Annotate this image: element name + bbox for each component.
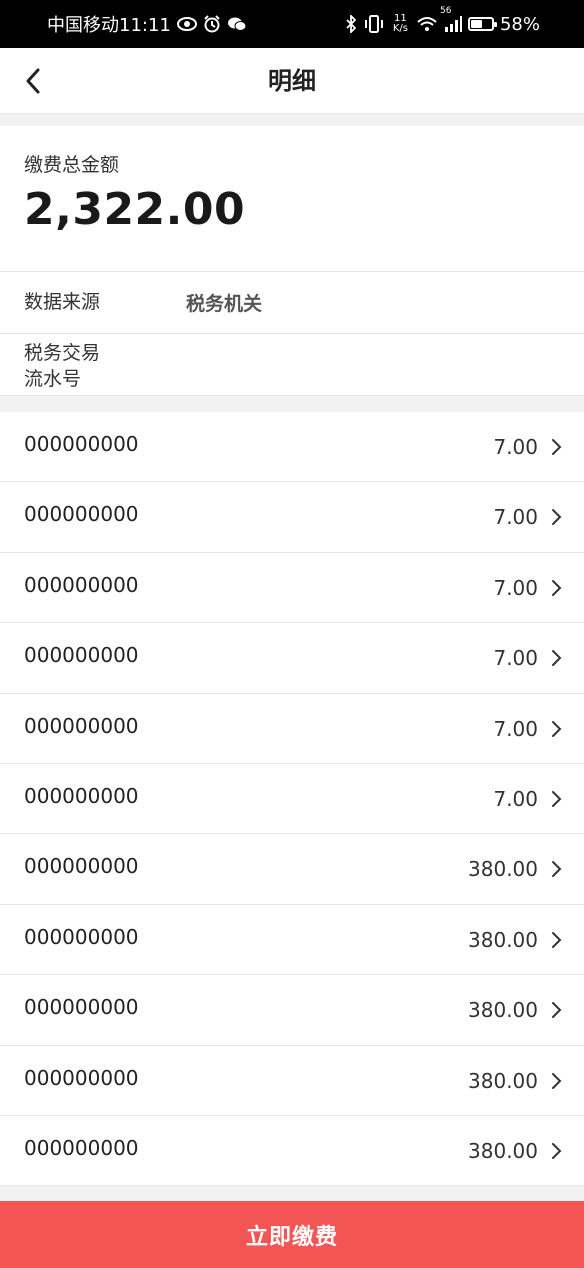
status-left: 中国移动11:11 [47,11,247,37]
wechat-icon [227,16,247,32]
item-amount: 7.00 [493,786,538,811]
speed-unit: K/s [392,23,408,34]
list-item[interactable]: 000000000 380.00 [0,904,584,976]
item-id: 000000000 [24,1065,139,1090]
bluetooth-icon [345,15,357,33]
eye-icon [176,17,197,31]
battery-percent: 58% [499,13,540,35]
item-id: 000000000 [24,432,139,456]
wifi-icon [416,16,438,32]
list-item[interactable]: 000000000 7.00 [0,623,584,694]
total-amount: 2,322.00 [24,184,246,235]
item-amount: 7.00 [493,716,538,741]
carrier-time: 中国移动11:11 [47,15,171,36]
item-amount: 7.00 [493,646,538,671]
list-item[interactable]: 000000000 7.00 [0,412,584,483]
list-item[interactable]: 000000000 7.00 [0,763,584,835]
item-amount: 7.00 [493,575,538,600]
nav-bar: 明细 [0,48,584,114]
chevron-right-icon [552,790,562,807]
serial-number-label: 税务交易 流水号 [24,340,100,392]
item-id: 000000000 [24,713,139,738]
total-label: 缴费总金额 [24,154,120,176]
chevron-right-icon [552,720,562,737]
list-item[interactable]: 000000000 380.00 [0,1115,584,1187]
item-id: 000000000 [24,502,139,527]
item-id: 000000000 [24,995,139,1020]
item-id: 000000000 [24,924,139,949]
battery-icon [467,17,497,31]
item-amount: 380.00 [468,1138,538,1163]
chevron-right-icon [552,650,562,667]
item-amount: 380.00 [468,1068,538,1093]
data-source-row: 数据来源 税务机关 [0,272,584,334]
chevron-right-icon [552,439,562,455]
item-amount: 7.00 [493,505,538,530]
chevron-right-icon [552,579,562,596]
pay-now-button[interactable]: 立即缴费 [0,1201,584,1268]
chevron-right-icon [552,1142,562,1159]
data-source-value: 税务机关 [186,293,263,315]
vibrate-icon [363,15,385,33]
item-id: 000000000 [24,572,139,597]
serial-label-line2: 流水号 [24,368,82,390]
item-id: 000000000 [24,854,139,879]
list-item[interactable]: 000000000 7.00 [0,482,584,553]
list-item[interactable]: 000000000 380.00 [0,834,584,905]
battery-fill [470,20,483,28]
network-speed: 11 K/s [393,14,408,34]
signal-icon: 56 [440,6,462,32]
payment-summary: 缴费总金额 2,322.00 [0,126,584,272]
chevron-right-icon [552,931,562,948]
item-id: 000000000 [24,783,139,808]
item-amount: 7.00 [493,435,538,459]
list-item[interactable]: 000000000 7.00 [0,693,584,764]
page-title: 明细 [268,67,316,95]
serial-number-row: 税务交易 流水号 [0,334,584,396]
chevron-right-icon [552,861,562,878]
status-bar: 中国移动11:11 11 K/s 56 58% [0,0,584,48]
signal-label: 56 [439,6,452,16]
chevron-right-icon [552,509,562,526]
screen: 中国移动11:11 11 K/s 56 58% 明细 缴费总金额 2,322.0… [0,0,584,1268]
list-item[interactable]: 000000000 380.00 [0,975,584,1046]
item-amount: 380.00 [468,857,538,882]
serial-label-line1: 税务交易 [24,342,101,364]
chevron-right-icon [552,1072,562,1089]
item-amount: 380.00 [468,927,538,952]
data-source-label: 数据来源 [24,291,101,313]
item-id: 000000000 [24,1135,139,1160]
payment-item-list: 000000000 7.00 000000000 7.00 000000000 7.00 0… [0,412,584,1187]
alarm-icon [203,15,221,33]
list-item[interactable]: 000000000 380.00 [0,1045,584,1116]
status-right: 11 K/s 56 58% [345,6,540,35]
list-item[interactable]: 000000000 7.00 [0,552,584,624]
item-amount: 380.00 [468,998,538,1023]
chevron-right-icon [552,1002,562,1019]
item-id: 000000000 [24,643,139,668]
